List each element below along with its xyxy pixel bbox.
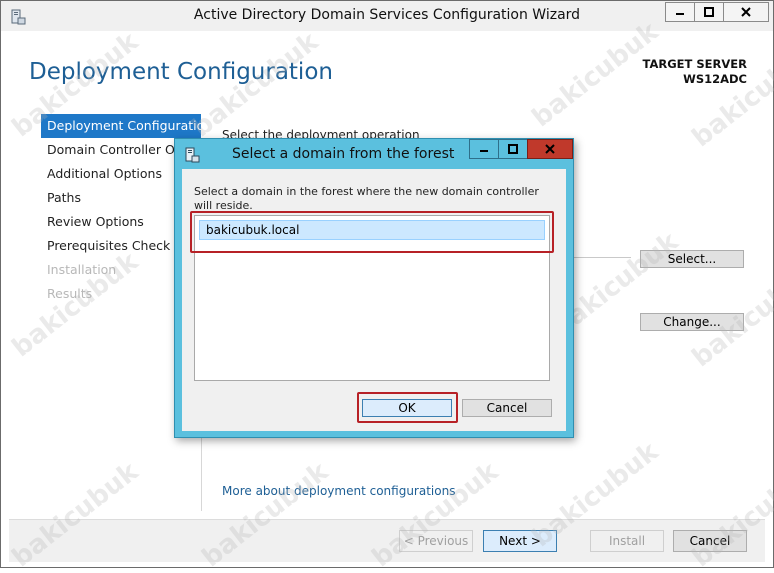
target-server-name: WS12ADC bbox=[683, 72, 747, 86]
minimize-button[interactable] bbox=[665, 2, 695, 22]
next-button[interactable]: Next > bbox=[483, 530, 557, 552]
target-server-info: TARGET SERVER WS12ADC bbox=[643, 57, 747, 87]
select-domain-button[interactable]: Select... bbox=[640, 250, 744, 268]
dialog-cancel-button[interactable]: Cancel bbox=[462, 399, 552, 417]
minimize-icon bbox=[480, 150, 488, 152]
nav-item-deployment-configuration[interactable]: Deployment Configuration bbox=[41, 114, 201, 138]
maximize-button[interactable] bbox=[694, 2, 724, 22]
maximize-icon bbox=[508, 144, 518, 154]
dialog-instruction: Select a domain in the forest where the … bbox=[194, 185, 539, 212]
cancel-button[interactable]: Cancel bbox=[673, 530, 747, 552]
ad-server-icon bbox=[185, 147, 200, 163]
change-credentials-button[interactable]: Change... bbox=[640, 313, 744, 331]
minimize-icon bbox=[676, 13, 684, 15]
select-domain-dialog: Select a domain from the forest Select a… bbox=[174, 138, 574, 438]
target-server-label: TARGET SERVER bbox=[642, 57, 747, 71]
close-icon bbox=[741, 7, 751, 17]
dialog-minimize-button[interactable] bbox=[469, 139, 499, 159]
maximize-icon bbox=[704, 7, 714, 17]
dialog-title: Select a domain from the forest bbox=[232, 146, 455, 162]
window-controls bbox=[665, 2, 769, 24]
wizard-footer: < Previous Next > Install Cancel bbox=[9, 519, 765, 562]
dialog-maximize-button[interactable] bbox=[498, 139, 528, 159]
page-title: Deployment Configuration bbox=[29, 59, 333, 85]
dialog-title-bar[interactable]: Select a domain from the forest bbox=[175, 139, 573, 169]
close-icon bbox=[545, 144, 555, 154]
dialog-body: Select a domain in the forest where the … bbox=[182, 169, 566, 431]
title-bar[interactable]: Active Directory Domain Services Configu… bbox=[1, 1, 773, 31]
highlight-box-domain bbox=[190, 211, 554, 253]
close-button[interactable] bbox=[723, 2, 769, 22]
dialog-window-controls bbox=[469, 139, 573, 159]
window-title: Active Directory Domain Services Configu… bbox=[193, 7, 581, 23]
install-button: Install bbox=[590, 530, 664, 552]
more-info-link[interactable]: More about deployment configurations bbox=[222, 484, 455, 498]
dialog-close-button[interactable] bbox=[527, 139, 573, 159]
previous-button: < Previous bbox=[399, 530, 473, 552]
highlight-box-ok bbox=[357, 392, 458, 423]
